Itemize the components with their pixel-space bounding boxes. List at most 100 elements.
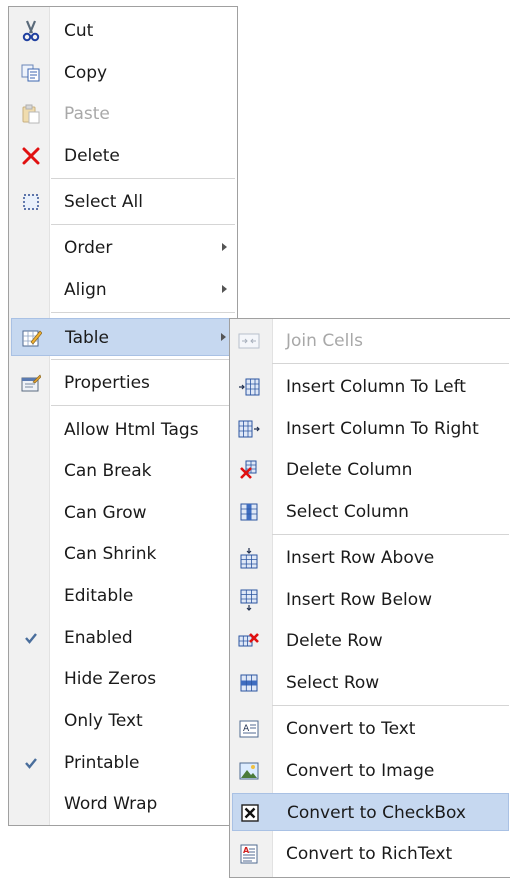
menu-item-can-grow[interactable]: Can Grow	[11, 494, 235, 532]
select-all-icon	[19, 190, 43, 214]
menu-item-label: Copy	[64, 63, 108, 83]
menu-item-convert-richtext[interactable]: A Convert to RichText	[232, 835, 509, 873]
delete-row-icon	[237, 629, 261, 653]
checkmark-icon	[19, 751, 43, 775]
menu-item-select-row[interactable]: Select Row	[232, 664, 509, 702]
menu-item-select-all[interactable]: Select All	[11, 183, 235, 221]
menu-item-label: Delete Column	[286, 460, 413, 480]
menu-item-convert-checkbox[interactable]: Convert to CheckBox	[232, 793, 509, 831]
table-edit-icon	[20, 326, 44, 350]
menu-item-label: Can Break	[64, 461, 152, 481]
menu-item-can-break[interactable]: Can Break	[11, 452, 235, 490]
insert-row-below-icon	[237, 588, 261, 612]
menu-separator	[51, 224, 235, 225]
paste-icon	[19, 102, 43, 126]
menu-item-label: Convert to Text	[286, 719, 416, 739]
properties-icon	[19, 371, 43, 395]
insert-column-right-icon	[237, 417, 261, 441]
menu-item-label: Select Row	[286, 673, 380, 693]
menu-item-label: Insert Column To Right	[286, 419, 479, 439]
delete-x-icon	[19, 144, 43, 168]
menu-item-delete[interactable]: Delete	[11, 137, 235, 175]
menu-item-can-shrink[interactable]: Can Shrink	[11, 535, 235, 573]
menu-item-label: Select All	[64, 192, 143, 212]
menu-item-delete-row[interactable]: Delete Row	[232, 622, 509, 660]
menu-item-insert-row-below[interactable]: Insert Row Below	[232, 581, 509, 619]
menu-separator	[51, 405, 235, 406]
menu-item-label: Can Shrink	[64, 544, 157, 564]
menu-item-cut[interactable]: Cut	[11, 12, 235, 50]
menu-item-label: Insert Row Below	[286, 590, 433, 610]
insert-column-left-icon	[237, 375, 261, 399]
menu-item-only-text[interactable]: Only Text	[11, 702, 235, 740]
menu-item-join-cells[interactable]: Join Cells	[232, 322, 509, 360]
menu-item-insert-row-above[interactable]: Insert Row Above	[232, 539, 509, 577]
menu-item-label: Can Grow	[64, 503, 147, 523]
menu-item-label: Convert to CheckBox	[287, 803, 466, 823]
context-menu: Cut Copy Paste Delete Select All Order A…	[8, 6, 238, 826]
menu-item-hide-zeros[interactable]: Hide Zeros	[11, 660, 235, 698]
menu-item-label: Hide Zeros	[64, 669, 157, 689]
menu-item-label: Enabled	[64, 628, 133, 648]
menu-item-label: Properties	[64, 373, 150, 393]
menu-item-label: Select Column	[286, 502, 409, 522]
menu-item-table[interactable]: Table	[11, 318, 235, 356]
menu-item-editable[interactable]: Editable	[11, 577, 235, 615]
menu-item-label: Allow Html Tags	[64, 420, 199, 440]
menu-item-label: Editable	[64, 586, 134, 606]
menu-item-label: Convert to RichText	[286, 844, 453, 864]
svg-text:A: A	[243, 846, 250, 855]
submenu-arrow-icon	[222, 285, 227, 293]
select-column-icon	[237, 500, 261, 524]
menu-item-convert-image[interactable]: Convert to Image	[232, 752, 509, 790]
richtext-icon: A	[237, 842, 261, 866]
table-submenu: Join Cells Insert Column To Left Insert …	[229, 318, 510, 878]
menu-item-label: Align	[64, 280, 107, 300]
submenu-arrow-icon	[221, 333, 226, 341]
menu-item-copy[interactable]: Copy	[11, 54, 235, 92]
delete-column-icon	[237, 458, 261, 482]
menu-separator	[51, 312, 235, 313]
menu-item-label: Order	[64, 238, 113, 258]
checkbox-icon	[238, 801, 262, 825]
menu-item-align[interactable]: Align	[11, 271, 235, 309]
submenu-arrow-icon	[222, 243, 227, 251]
image-icon	[237, 759, 261, 783]
menu-item-allow-html-tags[interactable]: Allow Html Tags	[11, 411, 235, 449]
menu-item-word-wrap[interactable]: Word Wrap	[11, 785, 235, 823]
menu-item-insert-column-left[interactable]: Insert Column To Left	[232, 368, 509, 406]
scissors-icon	[19, 19, 43, 43]
join-cells-icon	[237, 329, 261, 353]
menu-item-label: Delete	[64, 146, 120, 166]
menu-item-label: Paste	[64, 104, 110, 124]
copy-icon	[19, 61, 43, 85]
insert-row-above-icon	[237, 546, 261, 570]
menu-item-label: Cut	[64, 21, 94, 41]
text-field-icon: A	[237, 717, 261, 741]
menu-item-enabled[interactable]: Enabled	[11, 619, 235, 657]
checkmark-icon	[19, 626, 43, 650]
menu-item-order[interactable]: Order	[11, 229, 235, 267]
menu-separator	[272, 363, 509, 364]
select-row-icon	[237, 671, 261, 695]
menu-separator	[272, 705, 509, 706]
menu-item-select-column[interactable]: Select Column	[232, 493, 509, 531]
menu-separator	[51, 178, 235, 179]
menu-separator	[272, 534, 509, 535]
menu-item-label: Table	[65, 328, 109, 348]
menu-item-label: Join Cells	[286, 331, 363, 351]
menu-separator	[51, 359, 235, 360]
menu-item-printable[interactable]: Printable	[11, 744, 235, 782]
menu-item-label: Only Text	[64, 711, 143, 731]
menu-item-properties[interactable]: Properties	[11, 364, 235, 402]
menu-item-label: Delete Row	[286, 631, 383, 651]
menu-item-paste[interactable]: Paste	[11, 95, 235, 133]
menu-item-label: Word Wrap	[64, 794, 158, 814]
menu-item-label: Convert to Image	[286, 761, 435, 781]
menu-item-label: Insert Row Above	[286, 548, 435, 568]
menu-item-label: Printable	[64, 753, 140, 773]
menu-item-label: Insert Column To Left	[286, 377, 466, 397]
menu-item-insert-column-right[interactable]: Insert Column To Right	[232, 410, 509, 448]
menu-item-convert-text[interactable]: A Convert to Text	[232, 710, 509, 748]
menu-item-delete-column[interactable]: Delete Column	[232, 451, 509, 489]
